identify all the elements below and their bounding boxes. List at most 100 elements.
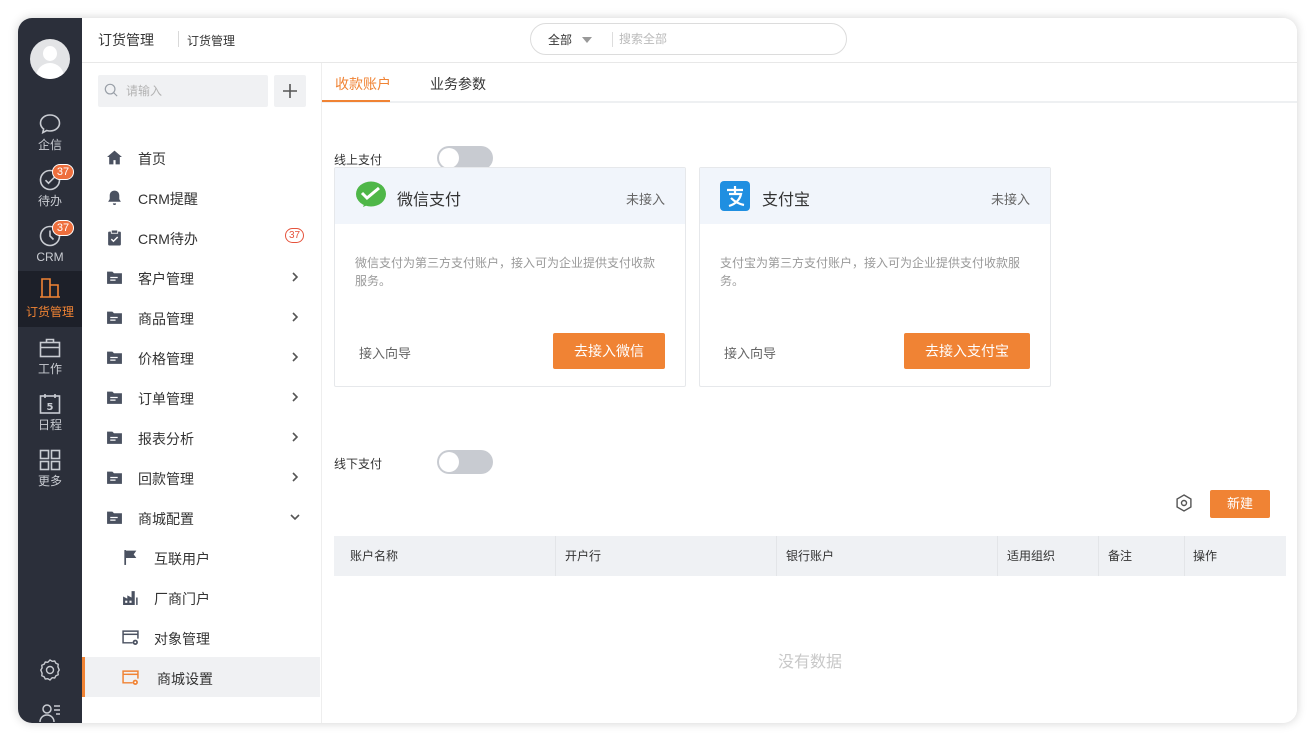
- bell-icon: [108, 190, 121, 205]
- breadcrumb[interactable]: 订货管理: [187, 32, 235, 49]
- card-header: 微信支付 未接入: [335, 168, 685, 224]
- tab-receiving-accounts[interactable]: 收款账户: [335, 74, 391, 94]
- status-badge: 未接入: [625, 192, 665, 207]
- sidebar-item-customers[interactable]: 客户管理: [82, 257, 320, 297]
- connect-wechat-button[interactable]: 去接入微信: [553, 333, 665, 369]
- calendar-day: 5: [47, 402, 54, 413]
- app-rail: 企信 37 待办 37 CRM 订货管理 工作 5 日程 更多: [18, 18, 82, 723]
- home-icon: [107, 150, 122, 165]
- rail-label: 工作: [37, 362, 62, 376]
- rail-item-qixin[interactable]: 企信: [18, 108, 82, 164]
- avatar[interactable]: [30, 39, 70, 79]
- sidebar-item-prices[interactable]: 价格管理: [82, 337, 320, 377]
- offline-payment-label: 线下支付: [334, 457, 383, 471]
- sidebar-search-input[interactable]: [126, 83, 256, 99]
- sidebar-item-label: 商品管理: [138, 311, 194, 327]
- breadcrumb-divider: [178, 31, 179, 47]
- plus-icon: [283, 84, 297, 98]
- rail-label: CRM: [36, 250, 64, 264]
- sidebar-item-label: 报表分析: [138, 431, 194, 447]
- setup-guide-link[interactable]: 接入向导: [359, 343, 411, 362]
- search-scope-select[interactable]: 全部: [548, 31, 572, 48]
- sidebar-item-label: 对象管理: [154, 631, 210, 647]
- sidebar-item-object-management[interactable]: 对象管理: [82, 617, 320, 657]
- sidebar-item-mall-config[interactable]: 商城配置: [82, 497, 320, 537]
- sidebar-item-vendor-portal[interactable]: 厂商门户: [82, 577, 320, 617]
- add-button[interactable]: [274, 75, 306, 107]
- card-title: 支付宝: [762, 192, 811, 209]
- column-settings-icon[interactable]: [1175, 494, 1193, 512]
- chevron-down-icon[interactable]: [582, 37, 592, 43]
- empty-state-text: 没有数据: [777, 654, 842, 671]
- column-header[interactable]: 操作: [1185, 536, 1286, 576]
- search-icon: [104, 83, 118, 97]
- sidebar-item-linked-users[interactable]: 互联用户: [82, 537, 320, 577]
- settings-gear-icon[interactable]: [38, 658, 62, 682]
- column-header[interactable]: 备注: [1099, 536, 1185, 576]
- rail-label: 更多: [37, 474, 62, 488]
- sidebar-item-products[interactable]: 商品管理: [82, 297, 320, 337]
- rail-item-schedule[interactable]: 5 日程: [18, 388, 82, 444]
- rail-item-work[interactable]: 工作: [18, 332, 82, 388]
- alipay-card: 支付宝 未接入 支付宝为第三方支付账户，接入可为企业提供支付收款服务。 接入向导…: [699, 167, 1051, 387]
- briefcase-icon: [39, 338, 61, 358]
- sidebar-item-label: CRM提醒: [138, 191, 198, 207]
- sidebar-item-crm-todo[interactable]: CRM待办 37: [82, 217, 320, 257]
- tab-business-params[interactable]: 业务参数: [430, 74, 486, 94]
- main-content: 收款账户 业务参数 线上支付 微信支付 未接入 微信支付为第三方支付账户，接入可…: [322, 63, 1297, 723]
- sidebar-item-label: 订单管理: [138, 391, 194, 407]
- search-input[interactable]: [619, 30, 829, 48]
- column-header[interactable]: 银行账户: [777, 536, 998, 576]
- column-header[interactable]: 账户名称: [334, 536, 556, 576]
- rail-label: 日程: [37, 418, 62, 432]
- flag-icon: [124, 550, 137, 565]
- rail-item-crm[interactable]: 37 CRM: [18, 220, 82, 276]
- tab-bar: 收款账户 业务参数: [322, 63, 1297, 103]
- app-window: 企信 37 待办 37 CRM 订货管理 工作 5 日程 更多 订货管理 订货管…: [18, 18, 1297, 723]
- sidebar-item-label: 首页: [138, 151, 166, 167]
- calendar-icon: 5: [39, 394, 61, 414]
- sidebar-item-mall-settings[interactable]: 商城设置: [82, 657, 320, 697]
- factory-icon: [123, 591, 138, 605]
- sidebar-item-label: 商城设置: [157, 671, 213, 687]
- card-header: 支付宝 未接入: [700, 168, 1050, 224]
- sidebar-item-payments[interactable]: 回款管理: [82, 457, 320, 497]
- user-list-icon[interactable]: [38, 701, 62, 723]
- new-button[interactable]: 新建: [1210, 490, 1270, 518]
- sidebar-item-home[interactable]: 首页: [82, 137, 320, 177]
- chevron-right-icon: [292, 312, 299, 322]
- rail-label: 待办: [37, 194, 62, 208]
- status-badge: 未接入: [990, 192, 1030, 207]
- grid-icon: [39, 449, 61, 471]
- table-header: 账户名称 开户行 银行账户 适用组织 备注 操作: [334, 536, 1286, 576]
- sidebar-item-orders[interactable]: 订单管理: [82, 377, 320, 417]
- rail-item-todo[interactable]: 37 待办: [18, 164, 82, 220]
- rail-item-order-management[interactable]: 订货管理: [18, 271, 82, 327]
- sidebar-item-reports[interactable]: 报表分析: [82, 417, 320, 457]
- chevron-right-icon: [292, 432, 299, 442]
- folder-icon: [107, 391, 122, 404]
- sidebar: 首页 CRM提醒 CRM待办 37 客户管理 商品管理 价格管理 订单: [82, 63, 322, 723]
- folder-icon: [107, 471, 122, 484]
- column-header[interactable]: 开户行: [556, 536, 777, 576]
- rail-item-more[interactable]: 更多: [18, 444, 82, 500]
- global-search: 全部: [530, 23, 847, 55]
- divider: [612, 32, 613, 47]
- count-badge: 37: [285, 228, 304, 243]
- setup-guide-link[interactable]: 接入向导: [724, 343, 776, 362]
- column-header[interactable]: 适用组织: [998, 536, 1099, 576]
- connect-alipay-button[interactable]: 去接入支付宝: [904, 333, 1030, 369]
- sidebar-item-label: 价格管理: [138, 351, 194, 367]
- store-gear-icon: [122, 670, 139, 685]
- sidebar-search: [98, 75, 268, 107]
- sidebar-item-label: 厂商门户: [154, 591, 210, 607]
- offline-payment-toggle[interactable]: [437, 450, 493, 474]
- sidebar-item-crm-reminder[interactable]: CRM提醒: [82, 177, 320, 217]
- sidebar-item-label: 回款管理: [138, 471, 194, 487]
- rail-label: 订货管理: [25, 305, 74, 319]
- chat-bubble-icon: [39, 114, 61, 135]
- window-gear-icon: [122, 630, 139, 645]
- chevron-right-icon: [292, 472, 299, 482]
- todo-badge: 37: [52, 164, 74, 180]
- building-icon: [40, 278, 60, 298]
